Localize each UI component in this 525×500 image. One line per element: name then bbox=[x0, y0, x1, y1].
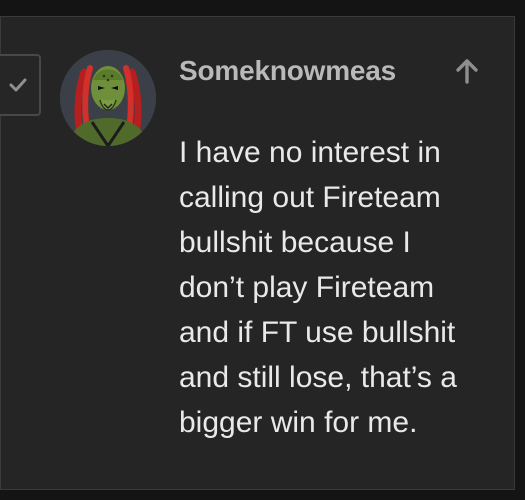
check-icon bbox=[9, 78, 27, 92]
post-text: I have no interest in calling out Firete… bbox=[179, 136, 457, 439]
post-card: Someknowmeas I have no interest in calli… bbox=[0, 16, 515, 490]
reply-to-indicator[interactable] bbox=[449, 53, 485, 89]
predator-avatar-icon bbox=[60, 50, 156, 146]
arrow-up-icon bbox=[456, 59, 478, 84]
avatar[interactable] bbox=[60, 50, 156, 146]
solution-toggle-button[interactable] bbox=[0, 54, 41, 116]
post-author-username[interactable]: Someknowmeas bbox=[179, 54, 425, 88]
post-body: I have no interest in calling out Firete… bbox=[179, 130, 499, 445]
